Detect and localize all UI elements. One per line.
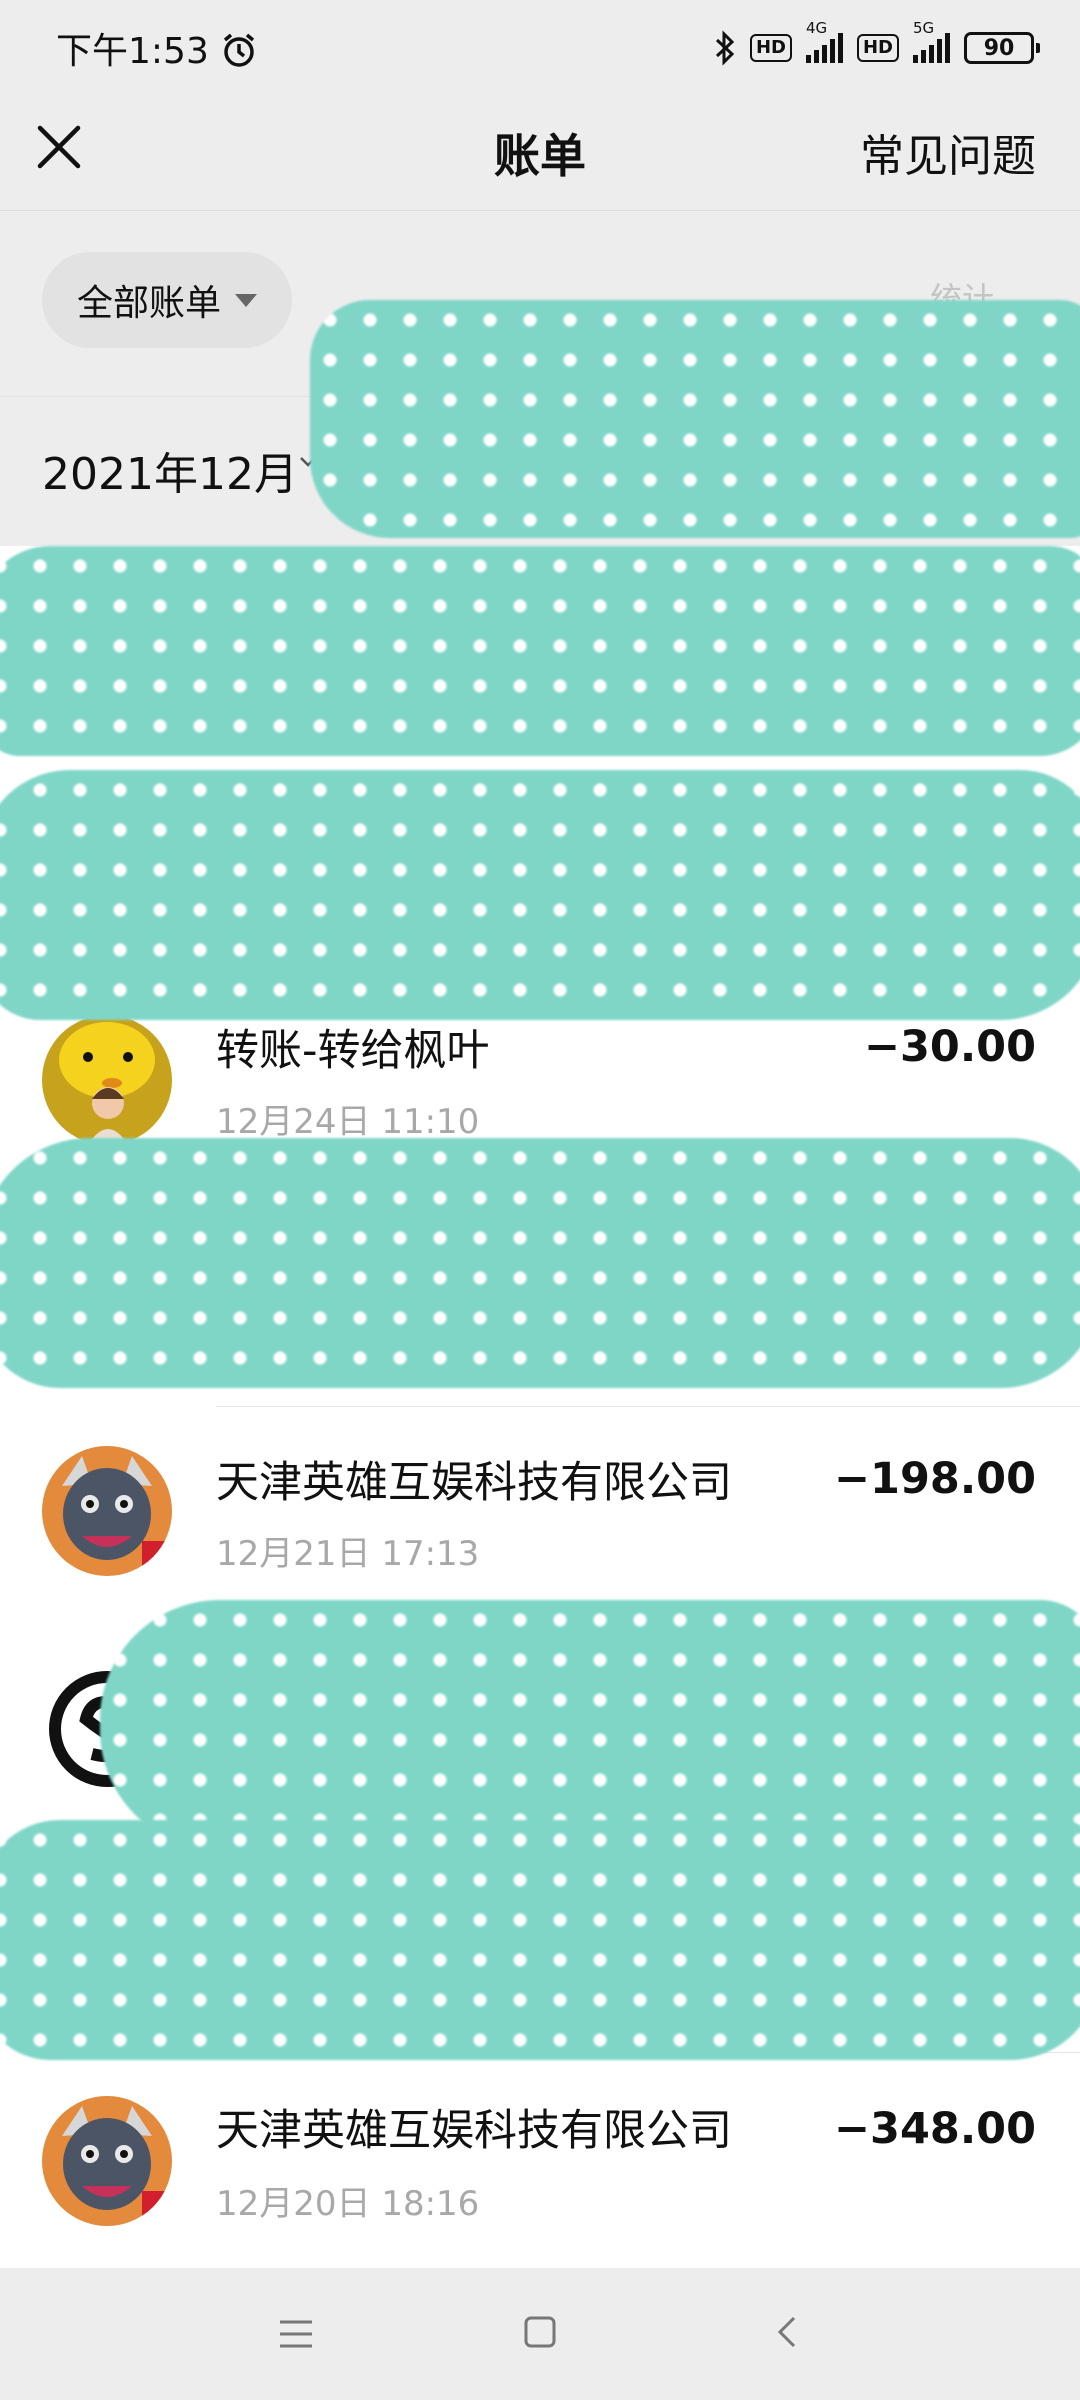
- hd-badge: HD: [856, 34, 899, 62]
- transaction-title: 天津英雄互娱科技有限公司: [216, 2106, 732, 2156]
- divider: [216, 1406, 1080, 1407]
- avatar[interactable]: [42, 1446, 172, 1576]
- redaction-overlay: [310, 300, 1080, 538]
- battery-icon: 90: [964, 32, 1040, 64]
- bluetooth-icon: [715, 30, 735, 66]
- hd-badge: HD: [749, 34, 792, 62]
- signal-bars-icon: [913, 33, 950, 63]
- signal-bars-icon: [805, 33, 843, 63]
- status-bar: 下午1:53 HD 4G HD 5G 90: [0, 0, 1080, 96]
- transaction-time: 12月24日 11:10: [216, 1102, 480, 1142]
- status-icons: HD 4G HD 5G 90: [714, 19, 1040, 72]
- transaction-time: 12月21日 17:13: [216, 1534, 480, 1574]
- status-time: 下午1:53: [56, 22, 258, 74]
- redaction-overlay: [0, 546, 1080, 756]
- month-selector[interactable]: 2021年12月: [42, 438, 298, 502]
- bill-filter-dropdown[interactable]: 全部账单: [42, 252, 292, 348]
- redaction-overlay: [100, 1600, 1080, 1850]
- transaction-amount: −348.00: [834, 2104, 1036, 2154]
- caret-down-icon: [235, 293, 257, 307]
- avatar[interactable]: [42, 2096, 172, 2226]
- faq-link[interactable]: 常见问题: [860, 120, 1036, 184]
- alarm-icon: [224, 33, 255, 67]
- system-nav-bar: [0, 2268, 1080, 2400]
- header: 账单 常见问题: [0, 96, 1080, 211]
- redaction-overlay: [0, 1820, 1080, 2060]
- transaction-time: 12月20日 18:16: [216, 2184, 480, 2224]
- transaction-title: 转账-转给枫叶: [216, 1026, 490, 1076]
- transaction-amount: −30.00: [863, 1022, 1036, 1072]
- redaction-overlay: [0, 770, 1080, 1020]
- menu-icon[interactable]: [278, 2316, 314, 2352]
- home-icon[interactable]: [522, 2314, 558, 2350]
- signal-4g: 4G: [805, 19, 843, 63]
- signal-5g: 5G: [913, 19, 950, 63]
- close-icon[interactable]: [30, 118, 90, 178]
- redaction-overlay: [0, 1138, 1080, 1388]
- back-icon[interactable]: [770, 2314, 806, 2350]
- filter-label: 全部账单: [76, 283, 221, 324]
- transaction-title: 天津英雄互娱科技有限公司: [216, 1458, 732, 1508]
- avatar[interactable]: [42, 1015, 172, 1145]
- transaction-amount: −198.00: [834, 1454, 1036, 1504]
